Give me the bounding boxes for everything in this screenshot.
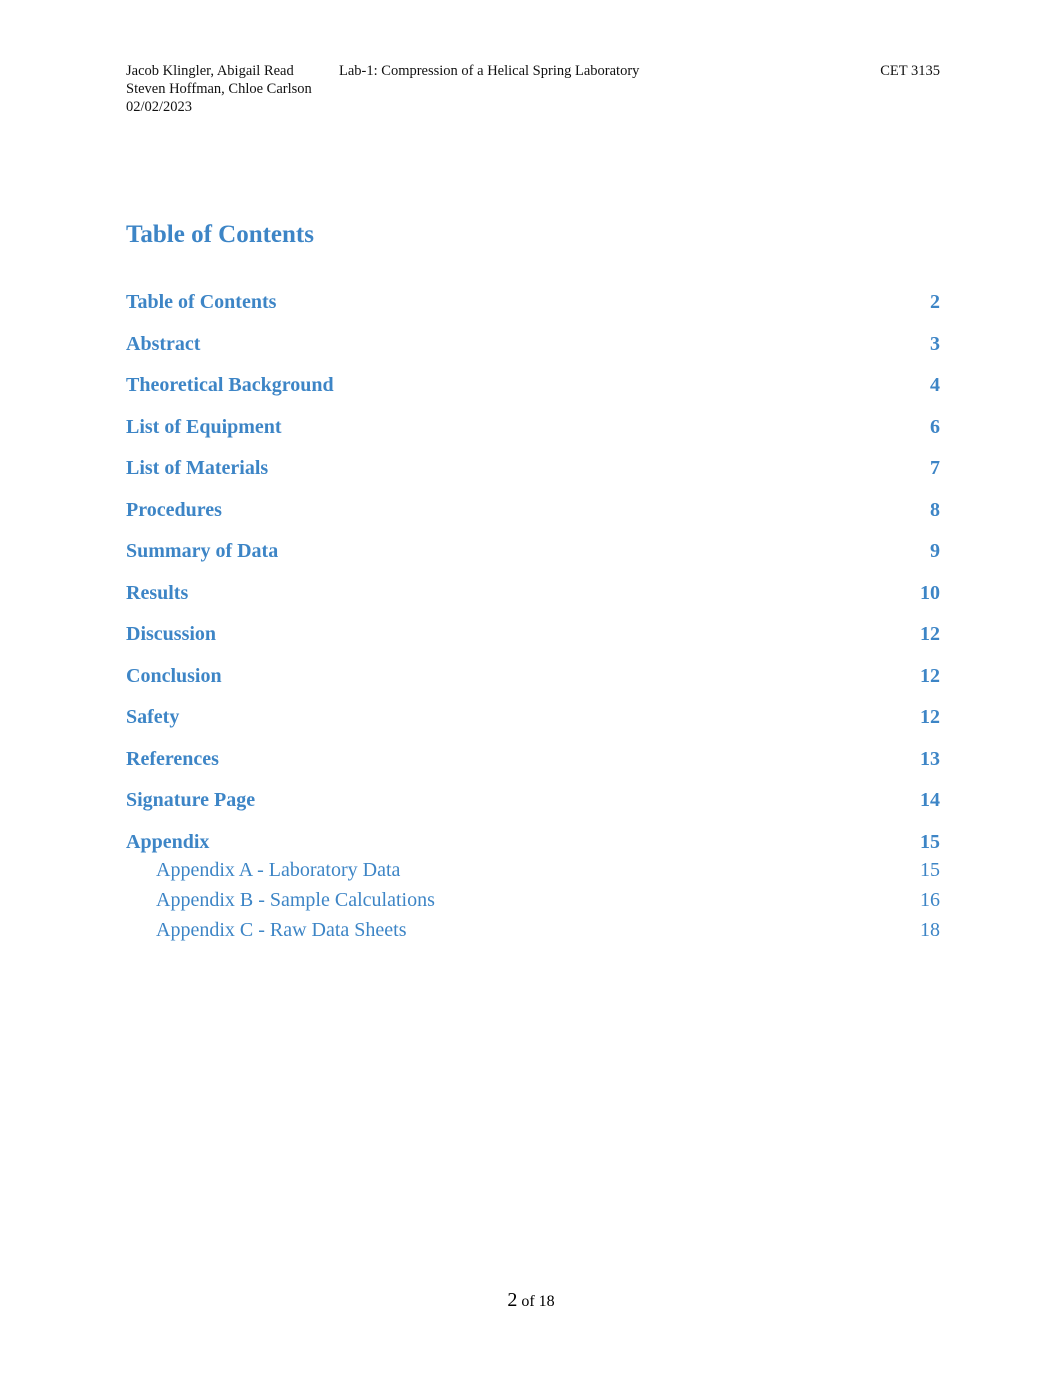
toc-entry-signature-page[interactable]: Signature Page 14 <box>126 785 940 827</box>
toc-entry-table-of-contents[interactable]: Table of Contents 2 <box>126 287 940 329</box>
toc-entry-page: 3 <box>930 332 940 355</box>
toc-list: Table of Contents 2 Abstract 3 Theoretical… <box>126 287 940 945</box>
toc-entry-label: Signature Page <box>126 789 256 811</box>
toc-entry-label: Conclusion <box>126 664 222 687</box>
toc-entry-page: 10 <box>920 581 940 604</box>
toc-entry-label: References <box>126 747 219 770</box>
toc-entry-discussion[interactable]: Discussion 12 <box>126 619 940 661</box>
toc-subentry-appendix-a[interactable]: Appendix A - Laboratory Data 15 <box>126 855 940 885</box>
toc-entry-label: List of Equipment <box>126 415 282 438</box>
toc-entry-label: List of Materials <box>126 457 269 479</box>
toc-entry-label: Results <box>126 581 189 604</box>
toc-entry-safety[interactable]: Safety 12 <box>126 702 940 744</box>
toc-entry-page: 2 <box>930 291 940 313</box>
toc-entry-theoretical-background[interactable]: Theoretical Background 4 <box>126 370 940 412</box>
page-number: 2 <box>507 1289 518 1311</box>
toc-entry-summary-of-data[interactable]: Summary of Data 9 <box>126 536 940 578</box>
toc-entry-procedures[interactable]: Procedures 8 <box>126 495 940 537</box>
toc-entry-page: 9 <box>930 540 940 562</box>
toc-entry-label: Abstract <box>126 332 201 355</box>
toc-entry-label: Appendix <box>126 830 210 853</box>
toc-entry-label: Appendix A - Laboratory Data <box>156 858 401 881</box>
toc-entry-appendix[interactable]: Appendix 15 <box>126 827 940 855</box>
toc-entry-abstract[interactable]: Abstract 3 <box>126 329 940 371</box>
toc-entry-page: 6 <box>930 415 940 438</box>
toc-entry-label: Appendix C - Raw Data Sheets <box>156 918 407 941</box>
toc-entry-list-of-equipment[interactable]: List of Equipment 6 <box>126 412 940 454</box>
toc-entry-label: Discussion <box>126 623 217 645</box>
toc-entry-page: 15 <box>920 830 940 853</box>
toc-entry-page: 16 <box>920 888 940 911</box>
header-course: CET 3135 <box>880 63 940 79</box>
toc-entry-page: 18 <box>920 918 940 941</box>
toc-entry-page: 7 <box>930 457 940 479</box>
toc-entry-label: Appendix B - Sample Calculations <box>156 888 435 911</box>
toc-entry-label: Procedures <box>126 498 222 521</box>
toc-entry-page: 8 <box>930 498 940 521</box>
page-total: of 18 <box>521 1293 555 1310</box>
toc-entry-label: Table of Contents <box>126 291 277 313</box>
header-authors-line2: Steven Hoffman, Chloe Carlson <box>126 81 312 97</box>
toc-subentry-appendix-c[interactable]: Appendix C - Raw Data Sheets 18 <box>126 915 940 945</box>
toc-entry-label: Theoretical Background <box>126 374 334 396</box>
toc-entry-page: 12 <box>920 706 940 728</box>
header-lab-title: Lab-1: Compression of a Helical Spring L… <box>339 63 640 79</box>
toc-subentry-appendix-b[interactable]: Appendix B - Sample Calculations 16 <box>126 885 940 915</box>
toc-entry-label: Summary of Data <box>126 540 279 562</box>
toc-title: Table of Contents <box>126 221 314 248</box>
header-authors: Jacob Klingler, Abigail Read Steven Hoff… <box>126 62 312 116</box>
toc-entry-page: 15 <box>920 858 940 881</box>
page-footer: 2 of 18 <box>0 1289 1062 1312</box>
header-date: 02/02/2023 <box>126 99 193 115</box>
toc-entry-results[interactable]: Results 10 <box>126 578 940 620</box>
toc-entry-references[interactable]: References 13 <box>126 744 940 786</box>
toc-entry-page: 12 <box>920 664 940 687</box>
toc-entry-page: 14 <box>920 789 940 811</box>
toc-entry-label: Safety <box>126 706 180 728</box>
toc-entry-page: 13 <box>920 747 940 770</box>
toc-entry-page: 4 <box>930 374 940 396</box>
toc-entry-page: 12 <box>920 623 940 645</box>
header-authors-line1: Jacob Klingler, Abigail Read <box>126 63 294 79</box>
toc-entry-conclusion[interactable]: Conclusion 12 <box>126 661 940 703</box>
toc-entry-list-of-materials[interactable]: List of Materials 7 <box>126 453 940 495</box>
